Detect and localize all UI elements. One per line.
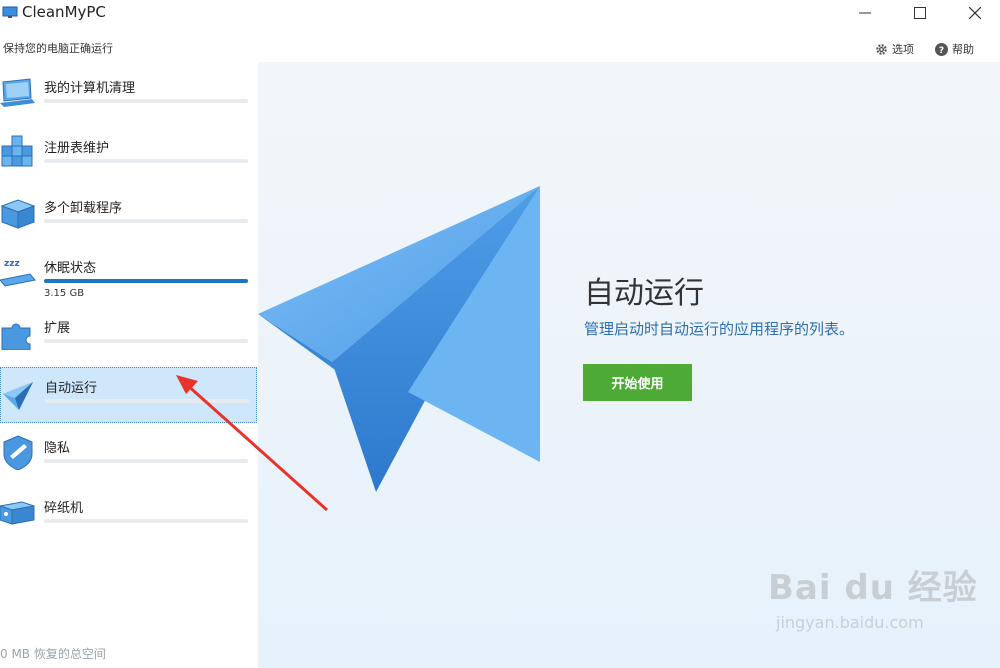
sidebar-item-label: 碎纸机 — [44, 501, 84, 516]
sidebar-item-label: 多个卸载程序 — [44, 201, 123, 216]
total-space-recovered: 0 MB 恢复的总空间 — [0, 647, 106, 661]
sidebar-item-extensions[interactable]: 扩展 — [0, 308, 257, 364]
shredder-icon — [0, 501, 35, 525]
progress-bar — [44, 279, 248, 283]
laptop-icon — [0, 78, 35, 107]
close-icon — [969, 7, 981, 19]
sidebar-item-label: 休眠状态 — [44, 261, 97, 276]
gear-icon — [876, 43, 887, 55]
sidebar: 我的计算机清理 注册表维护 多个卸载程序 zzz 休眠状态 3.15 GB 扩展… — [0, 62, 258, 668]
title-bar: CleanMyPC — [0, 0, 1000, 26]
sidebar-item-computer-cleanup[interactable]: 我的计算机清理 — [0, 68, 257, 124]
main-panel: 自动运行 管理启动时自动运行的应用程序的列表。 开始使用 Bai du 经验 j… — [258, 62, 1000, 668]
window-title: CleanMyPC — [22, 3, 106, 21]
options-label: 选项 — [892, 43, 914, 56]
watermark-logo-text: Bai du 经验 — [768, 568, 978, 608]
shield-icon — [3, 435, 33, 470]
minimize-button[interactable] — [842, 0, 888, 26]
progress-bar — [44, 519, 248, 523]
monitor-icon — [2, 6, 18, 18]
progress-bar — [44, 159, 248, 163]
puzzle-icon — [1, 323, 31, 350]
maximize-icon — [914, 7, 926, 19]
paper-plane-illustration — [258, 186, 540, 492]
page-description: 管理启动时自动运行的应用程序的列表。 — [584, 320, 855, 338]
sidebar-item-label: 我的计算机清理 — [44, 81, 136, 96]
sidebar-item-label: 注册表维护 — [44, 141, 110, 156]
sleeping-laptop-icon: zzz — [0, 259, 36, 287]
progress-bar — [44, 99, 248, 103]
registry-cubes-icon — [1, 135, 33, 167]
page-title: 自动运行 — [584, 276, 704, 311]
sidebar-item-registry[interactable]: 注册表维护 — [0, 128, 257, 184]
help-icon: ? — [935, 42, 948, 56]
progress-bar — [44, 219, 248, 223]
sidebar-item-shredder[interactable]: 碎纸机 — [0, 488, 257, 544]
help-button[interactable]: ? 帮助 — [935, 41, 974, 57]
sidebar-item-privacy[interactable]: 隐私 — [0, 428, 257, 484]
paper-plane-icon — [3, 382, 33, 410]
baidu-watermark: Bai du 经验 jingyan.baidu.com — [768, 560, 978, 632]
close-button[interactable] — [952, 0, 998, 26]
sidebar-item-label: 隐私 — [44, 441, 71, 456]
box-icon — [0, 199, 36, 229]
sidebar-item-uninstaller[interactable]: 多个卸载程序 — [0, 188, 257, 244]
svg-text:zzz: zzz — [4, 259, 20, 269]
options-button[interactable]: 选项 — [875, 41, 914, 57]
progress-bar — [44, 339, 248, 343]
sidebar-item-label: 扩展 — [44, 321, 71, 336]
watermark-url: jingyan.baidu.com — [776, 613, 924, 632]
app-subtitle: 保持您的电脑正确运行 — [3, 42, 113, 55]
sidebar-item-autorun[interactable]: 自动运行 — [0, 367, 257, 423]
progress-bar — [44, 459, 248, 463]
svg-text:?: ? — [939, 46, 944, 56]
maximize-button[interactable] — [897, 0, 943, 26]
sidebar-item-label: 自动运行 — [45, 381, 98, 396]
help-label: 帮助 — [952, 43, 974, 56]
start-button[interactable]: 开始使用 — [583, 364, 692, 401]
size-label: 3.15 GB — [44, 288, 85, 299]
minimize-icon — [859, 12, 871, 14]
sidebar-item-hibernation[interactable]: zzz 休眠状态 3.15 GB — [0, 248, 257, 304]
progress-bar — [45, 399, 249, 403]
